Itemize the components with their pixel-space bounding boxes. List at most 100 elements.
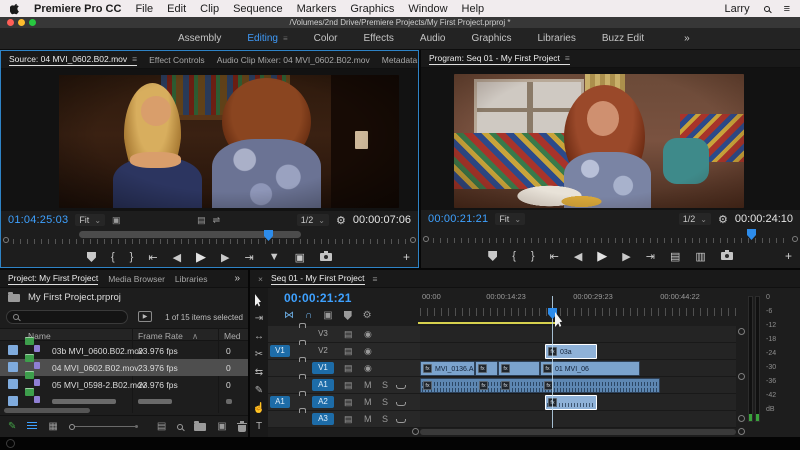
- project-breadcrumb[interactable]: My First Project.prproj: [8, 292, 121, 303]
- lift-icon[interactable]: ▤: [670, 250, 680, 263]
- add-marker-icon[interactable]: [344, 311, 352, 320]
- notification-center-icon[interactable]: ≡: [784, 3, 790, 15]
- timeline-scrollbar[interactable]: [420, 429, 736, 435]
- solo-button[interactable]: S: [382, 397, 388, 407]
- tab-project[interactable]: Project: My First Project: [8, 273, 98, 285]
- tab-metadata[interactable]: Metadata: [382, 55, 417, 65]
- scroll-left-handle[interactable]: [412, 428, 419, 435]
- sync-lock-icon[interactable]: ▤: [344, 363, 353, 374]
- track-content-v1[interactable]: fx MVI_0136.A fx fx fx 01 MVI_06: [420, 360, 736, 377]
- workspace-graphics[interactable]: Graphics: [471, 33, 511, 44]
- apple-logo-icon[interactable]: [10, 3, 20, 15]
- step-forward-icon[interactable]: ▶: [221, 251, 229, 264]
- clip-v1-segment[interactable]: fx: [475, 361, 498, 376]
- track-resize-handle[interactable]: [738, 373, 745, 380]
- sync-lock-icon[interactable]: ▤: [344, 380, 353, 391]
- workspace-overflow-icon[interactable]: »: [684, 33, 690, 44]
- new-item-icon[interactable]: ▣: [217, 421, 226, 432]
- panel-menu-icon[interactable]: ≡: [565, 53, 570, 63]
- zoom-slider-track[interactable]: [75, 426, 135, 427]
- tab-program[interactable]: Program: Seq 01 - My First Project≡: [429, 53, 570, 65]
- safe-margins-icon[interactable]: ▣: [112, 215, 121, 226]
- timeline-settings-wrench-icon[interactable]: ⚙: [363, 310, 372, 321]
- menu-clip[interactable]: Clip: [200, 3, 219, 15]
- sync-lock-icon[interactable]: ▤: [344, 329, 353, 340]
- workspace-buzz-edit[interactable]: Buzz Edit: [602, 33, 644, 44]
- source-fit-dropdown[interactable]: Fit⌄: [75, 214, 105, 226]
- list-column-header[interactable]: Name Frame Rate ∧ Med: [0, 328, 248, 341]
- in-out-filter-icon[interactable]: ▶: [138, 311, 152, 322]
- tab-effect-controls[interactable]: Effect Controls: [149, 55, 205, 65]
- minimize-window-button[interactable]: [18, 19, 25, 26]
- play-icon[interactable]: ▶: [597, 248, 607, 264]
- scroll-left-handle[interactable]: [423, 236, 429, 242]
- goto-in-icon[interactable]: ⇤: [550, 250, 559, 263]
- export-frame-icon[interactable]: [320, 253, 332, 261]
- eye-icon[interactable]: ◉: [364, 363, 372, 374]
- icon-view-icon[interactable]: ▦: [48, 421, 57, 432]
- sync-lock-icon[interactable]: ▤: [344, 397, 353, 408]
- mark-out-icon[interactable]: }: [130, 251, 134, 263]
- mark-in-icon[interactable]: {: [111, 251, 115, 263]
- track-content-a3[interactable]: [420, 411, 736, 428]
- close-window-button[interactable]: [7, 19, 14, 26]
- clip-color-label[interactable]: [8, 362, 18, 372]
- timeline-timecode[interactable]: 00:00:21:21: [284, 291, 352, 305]
- close-panel-icon[interactable]: ×: [258, 274, 263, 284]
- goto-out-icon[interactable]: ⇥: [646, 250, 655, 263]
- panel-menu-icon[interactable]: ≡: [373, 274, 378, 284]
- clip-v1-segment[interactable]: fx MVI_0136.A: [420, 361, 475, 376]
- new-bin-icon[interactable]: [194, 423, 206, 431]
- scroll-right-handle[interactable]: [792, 236, 798, 242]
- list-view-icon[interactable]: [27, 422, 37, 431]
- hand-tool-icon[interactable]: ☝: [250, 400, 268, 416]
- add-marker-icon[interactable]: [488, 251, 497, 261]
- source-scrubber[interactable]: [1, 229, 418, 247]
- solo-button[interactable]: S: [382, 414, 388, 424]
- export-frame-icon[interactable]: [721, 252, 733, 260]
- track-select-tool-icon[interactable]: ⇥: [250, 310, 268, 326]
- workspace-libraries[interactable]: Libraries: [538, 33, 576, 44]
- workspace-effects[interactable]: Effects: [364, 33, 394, 44]
- sync-lock-icon[interactable]: ▤: [344, 414, 353, 425]
- scroll-left-handle[interactable]: [3, 237, 9, 243]
- snap-icon[interactable]: ∩: [305, 310, 312, 321]
- clear-trash-icon[interactable]: [238, 425, 246, 432]
- workspace-assembly[interactable]: Assembly: [178, 33, 221, 44]
- button-editor-icon[interactable]: +: [403, 250, 410, 264]
- linked-selection-icon[interactable]: ⋈: [284, 310, 294, 321]
- track-content-v2[interactable]: fx 03a: [420, 343, 736, 360]
- program-zoom-dropdown[interactable]: 1/2⌄: [679, 213, 711, 225]
- user-menu[interactable]: Larry: [725, 3, 750, 15]
- workspace-menu-icon[interactable]: ≡: [283, 34, 288, 43]
- goto-out-icon[interactable]: ⇥: [245, 251, 254, 264]
- source-patch-a1[interactable]: A1: [270, 396, 290, 408]
- track-resize-handle[interactable]: [738, 415, 745, 422]
- menu-graphics[interactable]: Graphics: [350, 3, 394, 15]
- tab-overflow-icon[interactable]: »: [234, 273, 240, 284]
- source-patch-v1[interactable]: V1: [270, 345, 290, 357]
- menu-window[interactable]: Window: [408, 3, 447, 15]
- output-settings-icon[interactable]: ▤: [197, 215, 206, 226]
- tab-source[interactable]: Source: 04 MVI_0602.B02.mov≡: [9, 54, 137, 66]
- type-tool-icon[interactable]: T: [250, 418, 268, 434]
- pen-tool-icon[interactable]: ✎: [250, 382, 268, 398]
- panel-menu-icon[interactable]: ≡: [132, 54, 137, 64]
- menu-help[interactable]: Help: [462, 3, 485, 15]
- source-zoom-dropdown[interactable]: 1/2⌄: [297, 214, 329, 226]
- program-fit-dropdown[interactable]: Fit⌄: [495, 213, 525, 225]
- mute-button[interactable]: M: [364, 397, 372, 407]
- project-search-input[interactable]: [6, 310, 128, 324]
- eye-icon[interactable]: ◉: [364, 346, 372, 357]
- app-menu[interactable]: Premiere Pro CC: [34, 3, 121, 15]
- column-frame-rate[interactable]: Frame Rate: [138, 331, 183, 341]
- clip-color-label[interactable]: [8, 396, 18, 406]
- menu-file[interactable]: File: [135, 3, 153, 15]
- clip-color-label[interactable]: [8, 379, 18, 389]
- menu-edit[interactable]: Edit: [167, 3, 186, 15]
- workspace-color[interactable]: Color: [314, 33, 338, 44]
- sort-ascending-icon[interactable]: ∧: [192, 331, 198, 342]
- menu-markers[interactable]: Markers: [297, 3, 337, 15]
- zoom-window-button[interactable]: [29, 19, 36, 26]
- clip-color-label[interactable]: [8, 345, 18, 355]
